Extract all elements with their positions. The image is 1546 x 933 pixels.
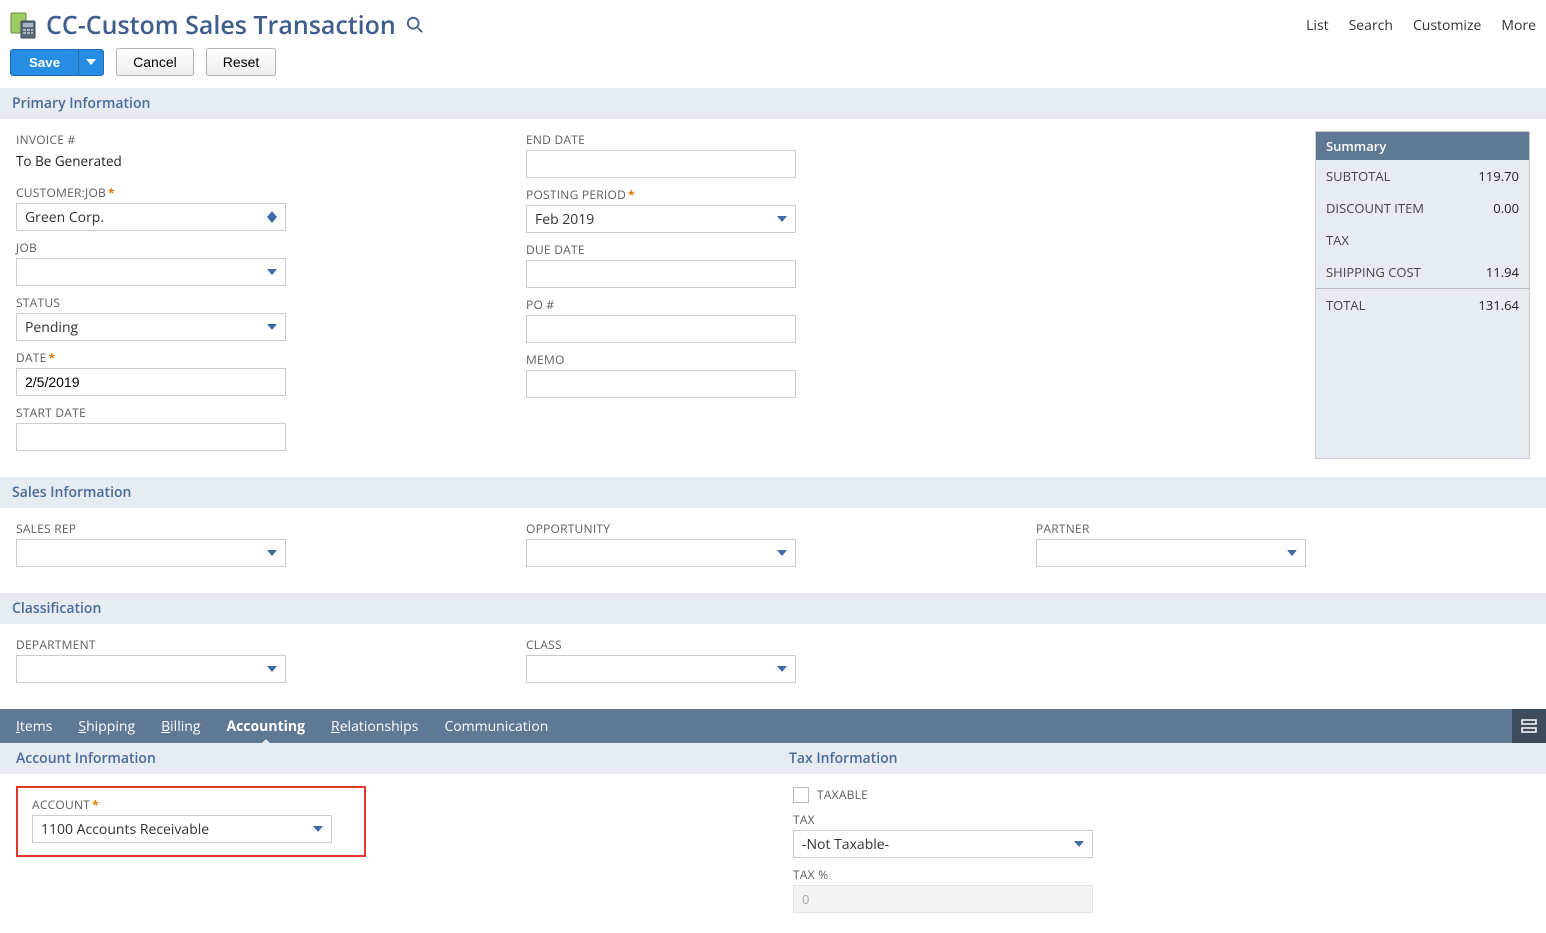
save-dropdown[interactable] (78, 49, 104, 76)
chevron-down-icon (313, 824, 323, 834)
search-icon[interactable] (406, 16, 424, 34)
chevron-down-icon (1287, 548, 1297, 558)
taxable-label: TAXABLE (817, 786, 868, 803)
date-label: DATE (16, 349, 47, 366)
due-date-label: DUE DATE (526, 241, 1006, 258)
start-date-label: START DATE (16, 404, 496, 421)
total-value: 131.64 (1478, 296, 1519, 314)
account-select[interactable]: 1100 Accounts Receivable (32, 815, 332, 843)
nav-customize[interactable]: Customize (1413, 16, 1481, 35)
tax-pct-value: 0 (793, 885, 1093, 913)
page-title: CC-Custom Sales Transaction (46, 8, 396, 42)
job-select[interactable] (16, 258, 286, 286)
section-primary-info: Primary Information (0, 88, 1546, 119)
header-nav: List Search Customize More (1306, 16, 1536, 35)
job-label: JOB (16, 239, 496, 256)
opportunity-select[interactable] (526, 539, 796, 567)
subtotal-label: SUBTOTAL (1326, 167, 1390, 185)
sales-rep-label: SALES REP (16, 520, 496, 537)
page-header: CC-Custom Sales Transaction List Search … (0, 0, 1546, 44)
section-classification: Classification (0, 593, 1546, 624)
tab-shipping[interactable]: ShippingShipping (78, 709, 135, 744)
action-bar: Save Cancel Reset (0, 44, 1546, 88)
chevron-down-icon (267, 267, 277, 277)
tab-bar: IItemstems ShippingShipping BillingBilli… (0, 709, 1546, 743)
partner-label: PARTNER (1036, 520, 1516, 537)
nav-search[interactable]: Search (1349, 16, 1393, 35)
account-highlight: ACCOUNT* 1100 Accounts Receivable (16, 786, 366, 857)
posting-period-label: POSTING PERIOD (526, 186, 626, 203)
chevron-down-icon (267, 548, 277, 558)
sales-rep-select[interactable] (16, 539, 286, 567)
tab-relationships[interactable]: RelationshipsRelationships (331, 709, 418, 744)
nav-list[interactable]: List (1306, 16, 1329, 35)
tab-items[interactable]: IItemstems (16, 709, 52, 744)
tax-label: TAX (1326, 231, 1349, 249)
department-select[interactable] (16, 655, 286, 683)
double-chevron-icon (267, 211, 277, 223)
invoice-value: To Be Generated (16, 150, 496, 176)
department-label: DEPARTMENT (16, 636, 496, 653)
total-label: TOTAL (1326, 296, 1365, 314)
transaction-icon (10, 10, 36, 40)
memo-label: MEMO (526, 351, 1006, 368)
opportunity-label: OPPORTUNITY (526, 520, 1006, 537)
start-date-input[interactable] (16, 423, 286, 451)
chevron-down-icon (267, 322, 277, 332)
tab-billing[interactable]: BillingBilling (161, 709, 200, 744)
taxable-checkbox[interactable] (793, 787, 809, 803)
status-select[interactable]: Pending (16, 313, 286, 341)
summary-title: Summary (1316, 132, 1529, 160)
panel-toggle-icon[interactable] (1512, 709, 1546, 743)
partner-select[interactable] (1036, 539, 1306, 567)
posting-period-select[interactable]: Feb 2019 (526, 205, 796, 233)
tax-pct-label: TAX % (793, 866, 1546, 883)
nav-more[interactable]: More (1501, 16, 1536, 35)
tab-accounting[interactable]: Accounting (226, 709, 305, 744)
section-tax-info: Tax Information (773, 743, 1546, 774)
customer-label: CUSTOMER:JOB (16, 184, 106, 201)
section-account-info: Account Information (0, 743, 773, 774)
discount-value: 0.00 (1493, 199, 1519, 217)
class-select[interactable] (526, 655, 796, 683)
tax-select-label: TAX (793, 811, 1546, 828)
memo-input[interactable] (526, 370, 796, 398)
save-button[interactable]: Save (10, 49, 78, 76)
date-input[interactable] (16, 368, 286, 396)
due-date-input[interactable] (526, 260, 796, 288)
cancel-button[interactable]: Cancel (116, 48, 194, 76)
shipping-value: 11.94 (1486, 263, 1519, 281)
po-label: PO # (526, 296, 1006, 313)
shipping-label: SHIPPING COST (1326, 263, 1421, 281)
po-input[interactable] (526, 315, 796, 343)
discount-label: DISCOUNT ITEM (1326, 199, 1424, 217)
chevron-down-icon (1074, 839, 1084, 849)
chevron-down-icon (777, 664, 787, 674)
chevron-down-icon (777, 214, 787, 224)
chevron-down-icon (777, 548, 787, 558)
status-label: STATUS (16, 294, 496, 311)
subtotal-value: 119.70 (1478, 167, 1519, 185)
reset-button[interactable]: Reset (206, 48, 277, 76)
tax-select[interactable]: -Not Taxable- (793, 830, 1093, 858)
section-sales-info: Sales Information (0, 477, 1546, 508)
tab-communication[interactable]: Communication (444, 709, 548, 744)
end-date-label: END DATE (526, 131, 1006, 148)
customer-select[interactable]: Green Corp. (16, 203, 286, 231)
chevron-down-icon (267, 664, 277, 674)
invoice-label: INVOICE # (16, 131, 496, 148)
class-label: CLASS (526, 636, 1006, 653)
summary-box: Summary SUBTOTAL 119.70 DISCOUNT ITEM 0.00… (1315, 131, 1530, 459)
end-date-input[interactable] (526, 150, 796, 178)
